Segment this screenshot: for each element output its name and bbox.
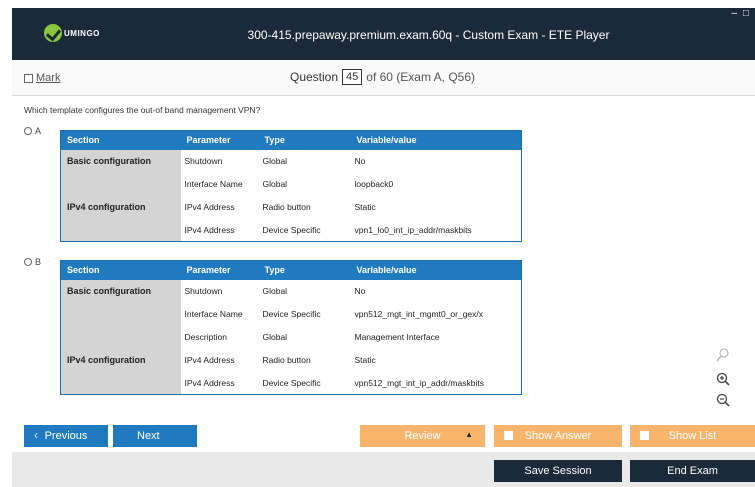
- zoom-in-icon[interactable]: [716, 372, 730, 386]
- value-cell: vpn512_mgt_int_mgmt0_or_gex/x: [354, 309, 484, 319]
- option-b[interactable]: B: [24, 257, 41, 267]
- mark-checkbox-box[interactable]: [24, 73, 33, 83]
- parameter-cell: IPv4 Address: [184, 355, 235, 365]
- caret-up-icon: ▲: [465, 430, 473, 439]
- show-list-checkbox[interactable]: [640, 431, 649, 440]
- parameter-cell: Shutdown: [184, 286, 223, 296]
- show-list-button[interactable]: Show List: [630, 425, 755, 447]
- value-cell: loopback0: [354, 179, 394, 189]
- minimize-button[interactable]: –: [731, 8, 737, 19]
- parameter-cell: IPv4 Address: [184, 202, 235, 212]
- table-row: Basic configuration Shutdown Global No: [60, 279, 522, 349]
- next-label: Next: [137, 430, 160, 442]
- header-value: Variable/value: [350, 130, 522, 150]
- question-label: Question: [290, 70, 339, 84]
- question-text: Which template configures the out-of ban…: [24, 105, 261, 115]
- value-cell: Static: [354, 202, 376, 212]
- option-a-table: Section Parameter Type Variable/value Ba…: [60, 130, 522, 242]
- option-b-radio[interactable]: [24, 258, 32, 266]
- table-header-row: Section Parameter Type Variable/value: [60, 260, 522, 280]
- previous-button[interactable]: ‹ Previous: [24, 425, 108, 447]
- parameter-cell: Interface Name: [184, 179, 243, 189]
- question-number-input[interactable]: 45: [342, 69, 363, 85]
- header-type: Type: [258, 260, 351, 280]
- section-cell: Basic configuration: [60, 279, 181, 349]
- header-type: Type: [258, 130, 351, 150]
- parameter-cell: IPv4 Address: [184, 377, 235, 388]
- header-value: Variable/value: [350, 260, 522, 280]
- question-header: Mark Question 45 of 60 (Exam A, Q56): [12, 60, 755, 96]
- header-parameter: Parameter: [180, 260, 259, 280]
- type-cell: Device Specific: [262, 224, 321, 235]
- section-cell: IPv4 configuration: [60, 195, 181, 242]
- show-list-label: Show List: [668, 430, 717, 442]
- table-row: IPv4 configuration IPv4 Address Radio bu…: [60, 348, 522, 395]
- save-session-button[interactable]: Save Session: [494, 460, 622, 482]
- previous-label: Previous: [44, 430, 88, 442]
- parameter-cell: Description: [184, 332, 228, 342]
- mark-label[interactable]: Mark: [36, 72, 60, 84]
- type-cell: Global: [262, 156, 288, 166]
- end-exam-label: End Exam: [667, 465, 718, 477]
- option-a[interactable]: A: [24, 126, 41, 136]
- type-cell: Global: [262, 179, 288, 189]
- type-cell: Device Specific: [262, 377, 321, 388]
- value-cell: No: [354, 156, 366, 166]
- value-cell: Static: [354, 355, 376, 365]
- option-a-letter: A: [35, 126, 42, 136]
- parameter-cell: Interface Name: [184, 309, 243, 319]
- section-cell: IPv4 configuration: [60, 348, 181, 395]
- value-cell: Management Interface: [354, 332, 440, 342]
- end-exam-button[interactable]: End Exam: [630, 460, 755, 482]
- review-label: Review: [404, 430, 441, 442]
- show-answer-checkbox[interactable]: [504, 431, 513, 440]
- zoom-out-icon[interactable]: [716, 393, 730, 407]
- value-cell: vpn512_mgt_int_ip_addr/maskbits: [354, 377, 484, 388]
- table-header-row: Section Parameter Type Variable/value: [60, 130, 522, 150]
- title-bar: UMINGO 300-415.prepaway.premium.exam.60q…: [12, 8, 755, 60]
- header-parameter: Parameter: [180, 130, 259, 150]
- value-cell: No: [354, 286, 366, 296]
- show-answer-label: Show Answer: [524, 430, 592, 442]
- option-b-letter: B: [35, 257, 42, 267]
- mark-checkbox[interactable]: Mark: [24, 72, 60, 84]
- header-section: Section: [60, 130, 181, 150]
- save-session-label: Save Session: [524, 465, 592, 477]
- type-cell: Global: [262, 286, 288, 296]
- section-cell: Basic configuration: [60, 149, 181, 196]
- next-button[interactable]: Next: [113, 425, 197, 447]
- question-navigator: Question 45 of 60 (Exam A, Q56): [290, 69, 475, 85]
- table-row: IPv4 configuration IPv4 Address Radio bu…: [60, 195, 522, 242]
- parameter-cell: IPv4 Address: [184, 224, 235, 235]
- search-icon[interactable]: [716, 348, 730, 362]
- type-cell: Device Specific: [262, 309, 321, 319]
- window-title: 300-415.prepaway.premium.exam.60q - Cust…: [247, 28, 610, 42]
- value-cell: vpn1_lo0_int_ip_addr/maskbits: [354, 224, 472, 235]
- type-cell: Global: [262, 332, 288, 342]
- option-a-radio[interactable]: [24, 127, 32, 135]
- table-row: Basic configuration Shutdown Global No: [60, 149, 522, 196]
- chevron-left-icon: ‹: [34, 428, 38, 442]
- show-answer-button[interactable]: Show Answer: [494, 425, 622, 447]
- maximize-button[interactable]: □: [743, 8, 749, 19]
- parameter-cell: Shutdown: [184, 156, 223, 166]
- question-of-label: of 60 (Exam A, Q56): [366, 70, 475, 84]
- type-cell: Radio button: [262, 355, 311, 365]
- option-b-table: Section Parameter Type Variable/value Ba…: [60, 260, 522, 395]
- review-button[interactable]: Review ▲: [360, 425, 485, 447]
- type-cell: Radio button: [262, 202, 311, 212]
- header-section: Section: [60, 260, 181, 280]
